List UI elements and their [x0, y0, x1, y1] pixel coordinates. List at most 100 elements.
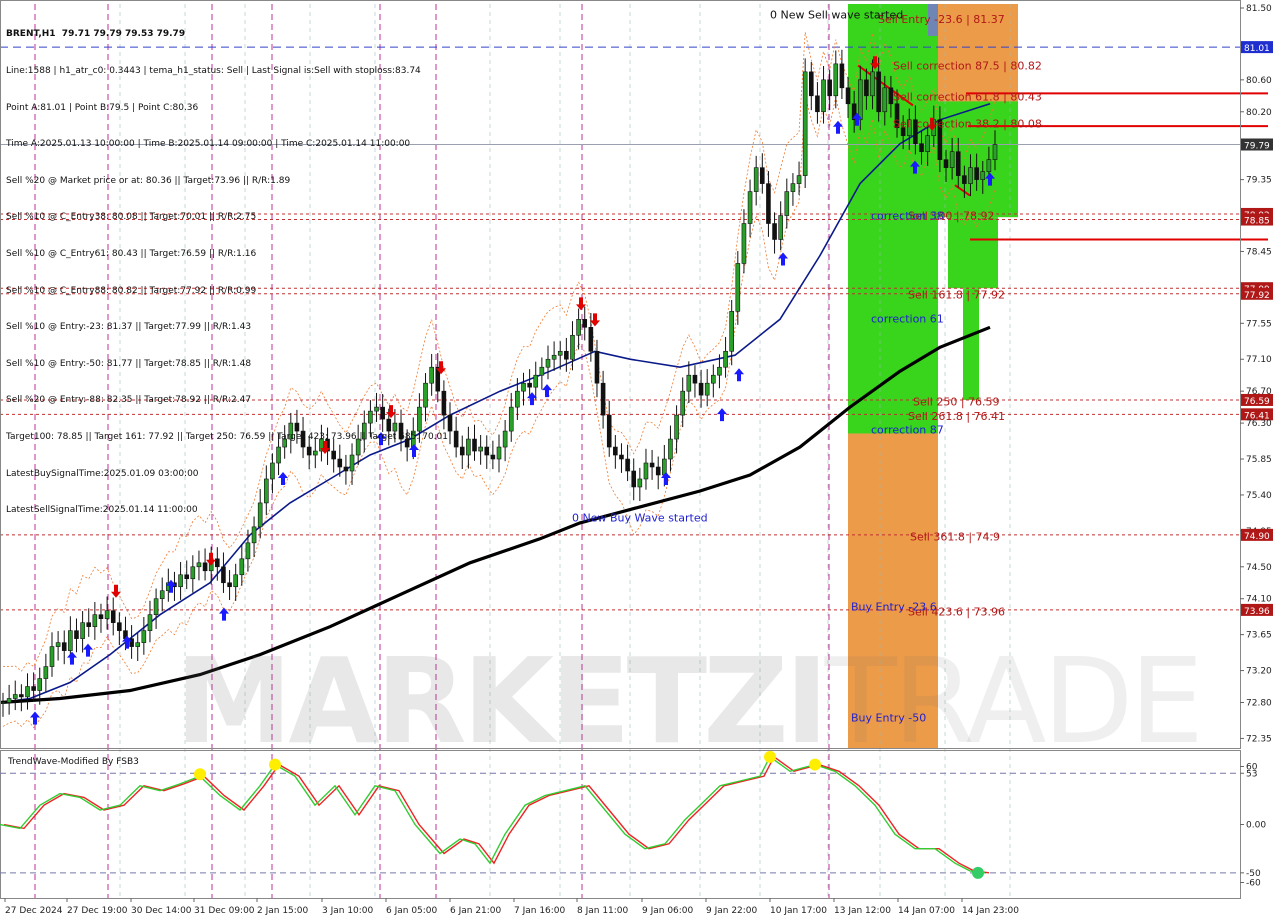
candle-body	[496, 446, 502, 460]
candle-body	[772, 223, 777, 240]
candle-body	[882, 87, 888, 113]
zone-label: Sell correction 38.2 | 80.08	[893, 118, 1042, 131]
candle-body	[717, 366, 722, 376]
zone-label: Sell 250 | 76.59	[913, 396, 1000, 409]
zone-label: correction 87	[871, 423, 944, 436]
candle-body	[564, 350, 569, 360]
indicator-tick-label: 0.00	[1246, 821, 1266, 831]
candle-body	[202, 562, 208, 572]
y-tick-label: 77.10	[1246, 355, 1272, 365]
y-tick-label: 74.10	[1246, 595, 1272, 605]
x-tick-label: 6 Jan 05:00	[386, 906, 438, 916]
x-tick-label: 7 Jan 16:00	[514, 906, 566, 916]
zone-label: correction 61	[871, 313, 944, 326]
candle-body	[949, 151, 955, 168]
candle-body	[6, 698, 12, 703]
candle-body	[484, 446, 490, 456]
zone-label: Sell 361.8 | 74.9	[910, 530, 1000, 543]
candle-body	[86, 622, 92, 627]
candle-body	[735, 263, 741, 312]
candle-body	[153, 598, 159, 615]
candle-body	[668, 438, 673, 460]
candle-body	[459, 446, 465, 456]
candle-body	[104, 610, 110, 619]
x-tick-label: 14 Jan 23:00	[962, 906, 1019, 916]
zone-label: Sell correction 61.8 | 80.43	[893, 91, 1042, 104]
candle-body	[760, 167, 765, 184]
time-axis: 27 Dec 2024 27 Dec 19:00 30 Dec 14:00 31 De…	[4, 898, 1019, 916]
candle-body	[704, 382, 710, 396]
candle-body	[815, 95, 820, 113]
info-line: Time A:2025.01.13 10:00:00 | Time B:2025…	[6, 139, 411, 150]
candle-body	[619, 454, 624, 460]
buy-arrow-icon	[717, 408, 727, 422]
indicator-panel: TrendWave-Modified By FSB360530.00-50-60	[0, 750, 1266, 889]
candle-body	[135, 642, 141, 647]
candle-body	[833, 63, 839, 97]
candle-body	[37, 678, 43, 691]
candle-body	[943, 159, 949, 168]
candle-body	[233, 574, 238, 588]
candle-body	[12, 694, 18, 699]
candle-body	[839, 63, 845, 89]
candle-body	[25, 686, 30, 698]
candle-body	[49, 646, 55, 667]
y-tick-label: 78.45	[1246, 247, 1272, 257]
price-tag-label: 78.85	[1244, 217, 1270, 227]
zone-label: correction 38	[871, 210, 944, 223]
candle-body	[747, 191, 753, 224]
candle-body	[845, 87, 851, 105]
indicator-green-line	[0, 755, 986, 874]
candle-body	[227, 582, 232, 588]
zone-label: 0 New Sell wave started	[770, 8, 903, 21]
candle-body	[864, 79, 869, 97]
price-tag-label: 76.59	[1244, 397, 1270, 407]
x-tick-label: 9 Jan 06:00	[642, 906, 694, 916]
price-tag-label: 74.90	[1244, 532, 1270, 542]
candle-body	[766, 183, 771, 224]
info-line: Sell %10 @ C_Entry61: 80.43 || Target:76…	[6, 248, 257, 259]
info-line: Sell %10 @ C_Entry88: 80.82 || Target:77…	[6, 285, 257, 296]
buy-arrow-icon	[30, 711, 40, 725]
candle-body	[0, 702, 6, 704]
candle-body	[870, 71, 875, 97]
candle-body	[478, 446, 483, 452]
zone-label: Sell 261.8 | 76.41	[908, 410, 1005, 423]
indicator-tick-label: -60	[1246, 879, 1261, 889]
candle-body	[655, 466, 661, 476]
symbol-title: BRENT,H1 79.71 79.79 79.53 79.79	[6, 29, 186, 40]
candle-body	[723, 350, 728, 368]
info-panel: BRENT,H1 79.71 79.79 79.53 79.79 Line:15…	[6, 4, 448, 529]
candle-body	[968, 167, 973, 184]
candle-body	[239, 558, 245, 576]
candle-body	[251, 526, 257, 544]
info-line: Target100: 78.85 || Target 161: 77.92 ||…	[6, 431, 448, 442]
candle-body	[110, 610, 116, 623]
candle-body	[545, 358, 551, 368]
candle-body	[827, 79, 832, 97]
candle-body	[147, 614, 153, 631]
y-tick-label: 73.65	[1246, 631, 1272, 641]
zone-label: Sell 161.8 | 77.92	[908, 289, 1005, 302]
info-line: Sell %10 @ Entry:-23: 81.37 || Target:77…	[6, 322, 252, 333]
x-tick-label: 31 Dec 09:00	[194, 906, 255, 916]
candle-body	[962, 175, 967, 184]
y-tick-label: 74.50	[1246, 563, 1272, 573]
info-line: Point A:81.01 | Point B:79.5 | Point C:8…	[6, 102, 199, 113]
x-tick-label: 14 Jan 07:00	[898, 906, 955, 916]
watermark-part1: MARKETZI	[175, 632, 829, 770]
info-line: Line:1588 | h1_atr_c0: 0.3443 | tema_h1_…	[6, 66, 421, 76]
candle-body	[753, 167, 759, 192]
zone-label: Sell correction 87.5 | 80.82	[893, 59, 1042, 72]
candle-body	[539, 366, 545, 376]
candle-body	[570, 334, 575, 360]
candle-body	[527, 382, 532, 388]
price-tag-label: 77.92	[1244, 291, 1270, 301]
candle-body	[184, 574, 190, 580]
x-tick-label: 13 Jan 12:00	[834, 906, 891, 916]
candle-body	[606, 414, 612, 448]
candle-body	[637, 478, 643, 488]
candle-body	[992, 144, 998, 160]
candle-body	[508, 406, 514, 432]
candle-body	[92, 614, 98, 627]
